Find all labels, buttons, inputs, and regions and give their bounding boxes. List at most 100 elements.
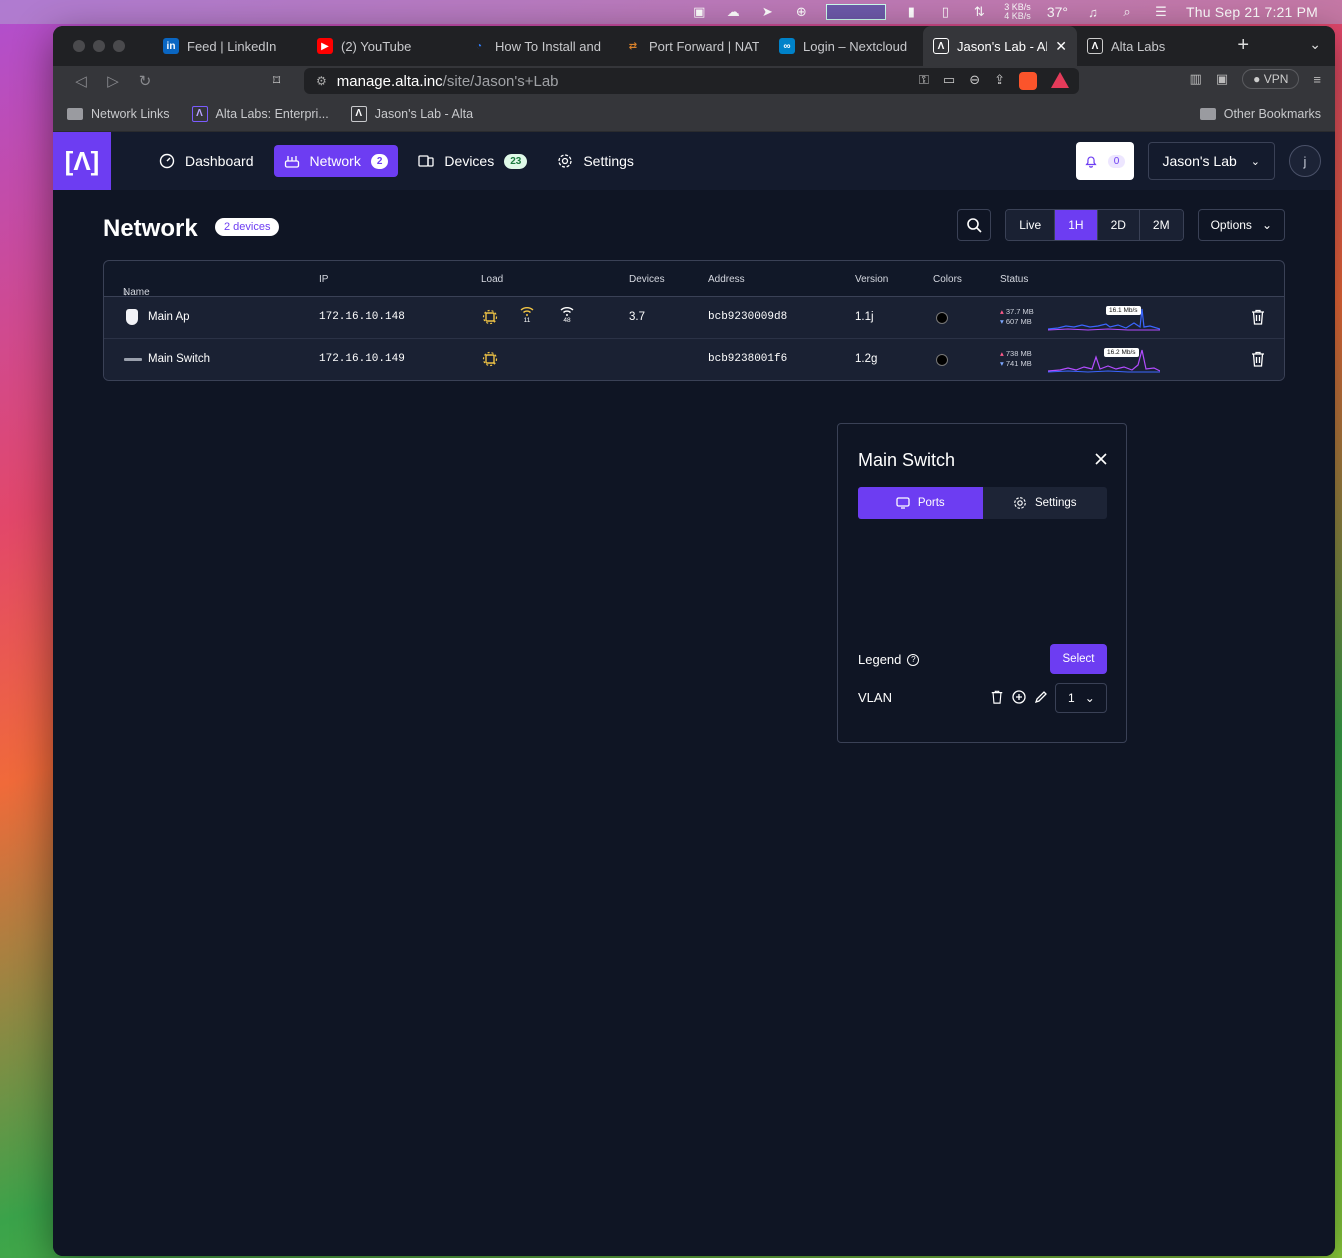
forward-button[interactable]: ▷ [97, 72, 129, 90]
tab-how-to-install[interactable]: ◔ How To Install and C [461, 26, 615, 66]
led-color-swatch[interactable] [936, 354, 948, 366]
photos-icon[interactable]: ▣ [690, 4, 708, 19]
col-load[interactable]: Load [481, 274, 503, 285]
table-row[interactable]: Main Switch 172.16.10.149 bcb9238001f6 1… [104, 339, 1284, 380]
memory-bar-icon[interactable]: ▮ [902, 4, 920, 19]
telegram-icon[interactable]: ➤ [758, 4, 776, 19]
brave-shields-icon[interactable] [1019, 72, 1037, 90]
site-selector[interactable]: Jason's Lab ⌄ [1147, 142, 1275, 180]
throughput-sparkline[interactable] [1048, 305, 1160, 331]
nav-settings[interactable]: Settings [547, 145, 644, 177]
device-address: bcb9238001f6 [708, 353, 788, 365]
alta-app: [Λ] Dashboard Network 2 Devices 23 Setti… [53, 132, 1335, 1256]
tab-linkedin[interactable]: in Feed | LinkedIn [153, 26, 307, 66]
alta-icon: Λ [350, 105, 367, 122]
other-bookmarks[interactable]: Other Bookmarks [1199, 107, 1321, 121]
back-button[interactable]: ◁ [65, 72, 97, 90]
folder-icon [67, 107, 83, 120]
nav-devices[interactable]: Devices 23 [408, 145, 537, 177]
network-count-badge: 2 [370, 153, 389, 169]
cast-icon[interactable]: ▭ [943, 72, 955, 90]
nav-network[interactable]: Network 2 [273, 145, 399, 177]
tab-nextcloud[interactable]: ∞ Login – Nextcloud [769, 26, 923, 66]
nav-dashboard[interactable]: Dashboard [149, 145, 264, 177]
toolbar-right: ▥ ▣ ● VPN ≡ [1190, 69, 1321, 89]
close-window-button[interactable] [73, 40, 85, 52]
nav-label: Network [309, 153, 361, 169]
menubar-clock[interactable]: Thu Sep 21 7:21 PM [1186, 4, 1318, 20]
key-icon[interactable]: ⚿ [919, 72, 929, 90]
range-2d[interactable]: 2D [1097, 210, 1140, 240]
tab-jasons-lab[interactable]: Λ Jason's Lab - Al ✕ [923, 26, 1077, 66]
select-button[interactable]: Select [1050, 644, 1107, 674]
globe-icon[interactable]: ⊕ [792, 4, 810, 19]
network-arrows-icon[interactable]: ⇅ [970, 4, 988, 19]
youtube-icon: ▶ [317, 38, 333, 54]
col-devices[interactable]: Devices [629, 274, 665, 285]
bookmark-jasons-lab[interactable]: Λ Jason's Lab - Alta [350, 105, 474, 122]
reload-button[interactable]: ↻ [129, 72, 161, 90]
range-2m[interactable]: 2M [1139, 210, 1183, 240]
tab-settings[interactable]: Settings [983, 487, 1108, 519]
vpn-label: VPN [1263, 72, 1289, 86]
vpn-button[interactable]: ● VPN [1242, 69, 1300, 89]
disk-bar-icon[interactable]: ▯ [936, 4, 954, 19]
vlan-dropdown[interactable]: 1 ⌄ [1055, 683, 1107, 713]
options-dropdown[interactable]: Options ⌄ [1197, 209, 1285, 241]
led-color-swatch[interactable] [936, 312, 948, 324]
device-version: 1.1j [855, 311, 874, 323]
user-avatar[interactable]: j [1289, 145, 1321, 177]
alta-icon: Λ [191, 105, 208, 122]
bookmark-network-links[interactable]: Network Links [67, 107, 170, 121]
table-row[interactable]: Main Ap 172.16.10.148 11 48 3.7 bcb92300… [104, 297, 1284, 339]
share-icon[interactable]: ⇪ [994, 72, 1005, 90]
col-version[interactable]: Version [855, 274, 888, 285]
tab-search-chevron-icon[interactable]: ⌄ [1309, 36, 1321, 53]
col-status[interactable]: Status [1000, 274, 1028, 285]
zoom-icon[interactable]: ⊖ [969, 72, 980, 90]
cpu-graph[interactable] [826, 4, 887, 20]
close-tab-icon[interactable]: ✕ [1055, 38, 1067, 55]
macos-menubar: ▣ ☁ ➤ ⊕ ▮ ▯ ⇅ 3 KB/s 4 KB/s 37° ♫ ⌕ ☰ Th… [0, 0, 1342, 24]
tab-youtube[interactable]: ▶ (2) YouTube [307, 26, 461, 66]
tab-alta-labs[interactable]: Λ Alta Labs [1077, 26, 1231, 66]
col-ip[interactable]: IP [319, 274, 328, 285]
temperature[interactable]: 37° [1047, 4, 1068, 20]
spotlight-search-icon[interactable]: ⌕ [1118, 4, 1136, 19]
alta-logo[interactable]: [Λ] [53, 132, 111, 190]
menu-icon[interactable]: ≡ [1313, 72, 1321, 87]
col-colors[interactable]: Colors [933, 274, 962, 285]
zoom-window-button[interactable] [113, 40, 125, 52]
bookmark-icon[interactable]: ⌑ [273, 72, 280, 89]
site-info-icon[interactable]: ⚙ [316, 74, 327, 88]
wallet-icon[interactable]: ▣ [1216, 71, 1228, 87]
bookmark-label: Jason's Lab - Alta [374, 106, 474, 121]
device-version: 1.2g [855, 353, 878, 365]
address-bar[interactable]: ⚙ manage.alta.inc/site/Jason's+Lab ⚿ ▭ ⊖… [304, 68, 1079, 94]
search-button[interactable] [957, 209, 992, 241]
trash-icon[interactable] [1251, 309, 1265, 325]
trash-icon[interactable] [990, 690, 1004, 704]
nav-label: Settings [583, 153, 634, 169]
tab-port-forward[interactable]: ⇄ Port Forward | NAT | [615, 26, 769, 66]
pencil-icon[interactable] [1034, 690, 1048, 704]
headphones-icon[interactable]: ♫ [1084, 5, 1102, 20]
sidebar-toggle-icon[interactable]: ▥ [1190, 71, 1202, 87]
gear-icon [1014, 497, 1026, 509]
new-tab-button[interactable]: + [1237, 34, 1249, 57]
range-1h[interactable]: 1H [1055, 210, 1098, 240]
cloud-icon[interactable]: ☁ [724, 4, 742, 19]
help-icon[interactable]: ? [907, 653, 920, 666]
control-center-icon[interactable]: ☰ [1152, 4, 1170, 19]
add-circle-icon[interactable] [1012, 690, 1026, 704]
trash-icon[interactable] [1251, 351, 1265, 367]
range-live[interactable]: Live [1006, 210, 1056, 240]
col-address[interactable]: Address [708, 274, 745, 285]
minimize-window-button[interactable] [93, 40, 105, 52]
network-speed[interactable]: 3 KB/s 4 KB/s [1004, 3, 1031, 21]
close-icon[interactable] [1094, 452, 1108, 466]
tab-ports[interactable]: Ports [858, 487, 983, 519]
bookmark-alta-labs[interactable]: Λ Alta Labs: Enterpri... [191, 105, 329, 122]
notifications-button[interactable]: 0 [1075, 142, 1134, 180]
brave-rewards-icon[interactable] [1051, 72, 1069, 88]
